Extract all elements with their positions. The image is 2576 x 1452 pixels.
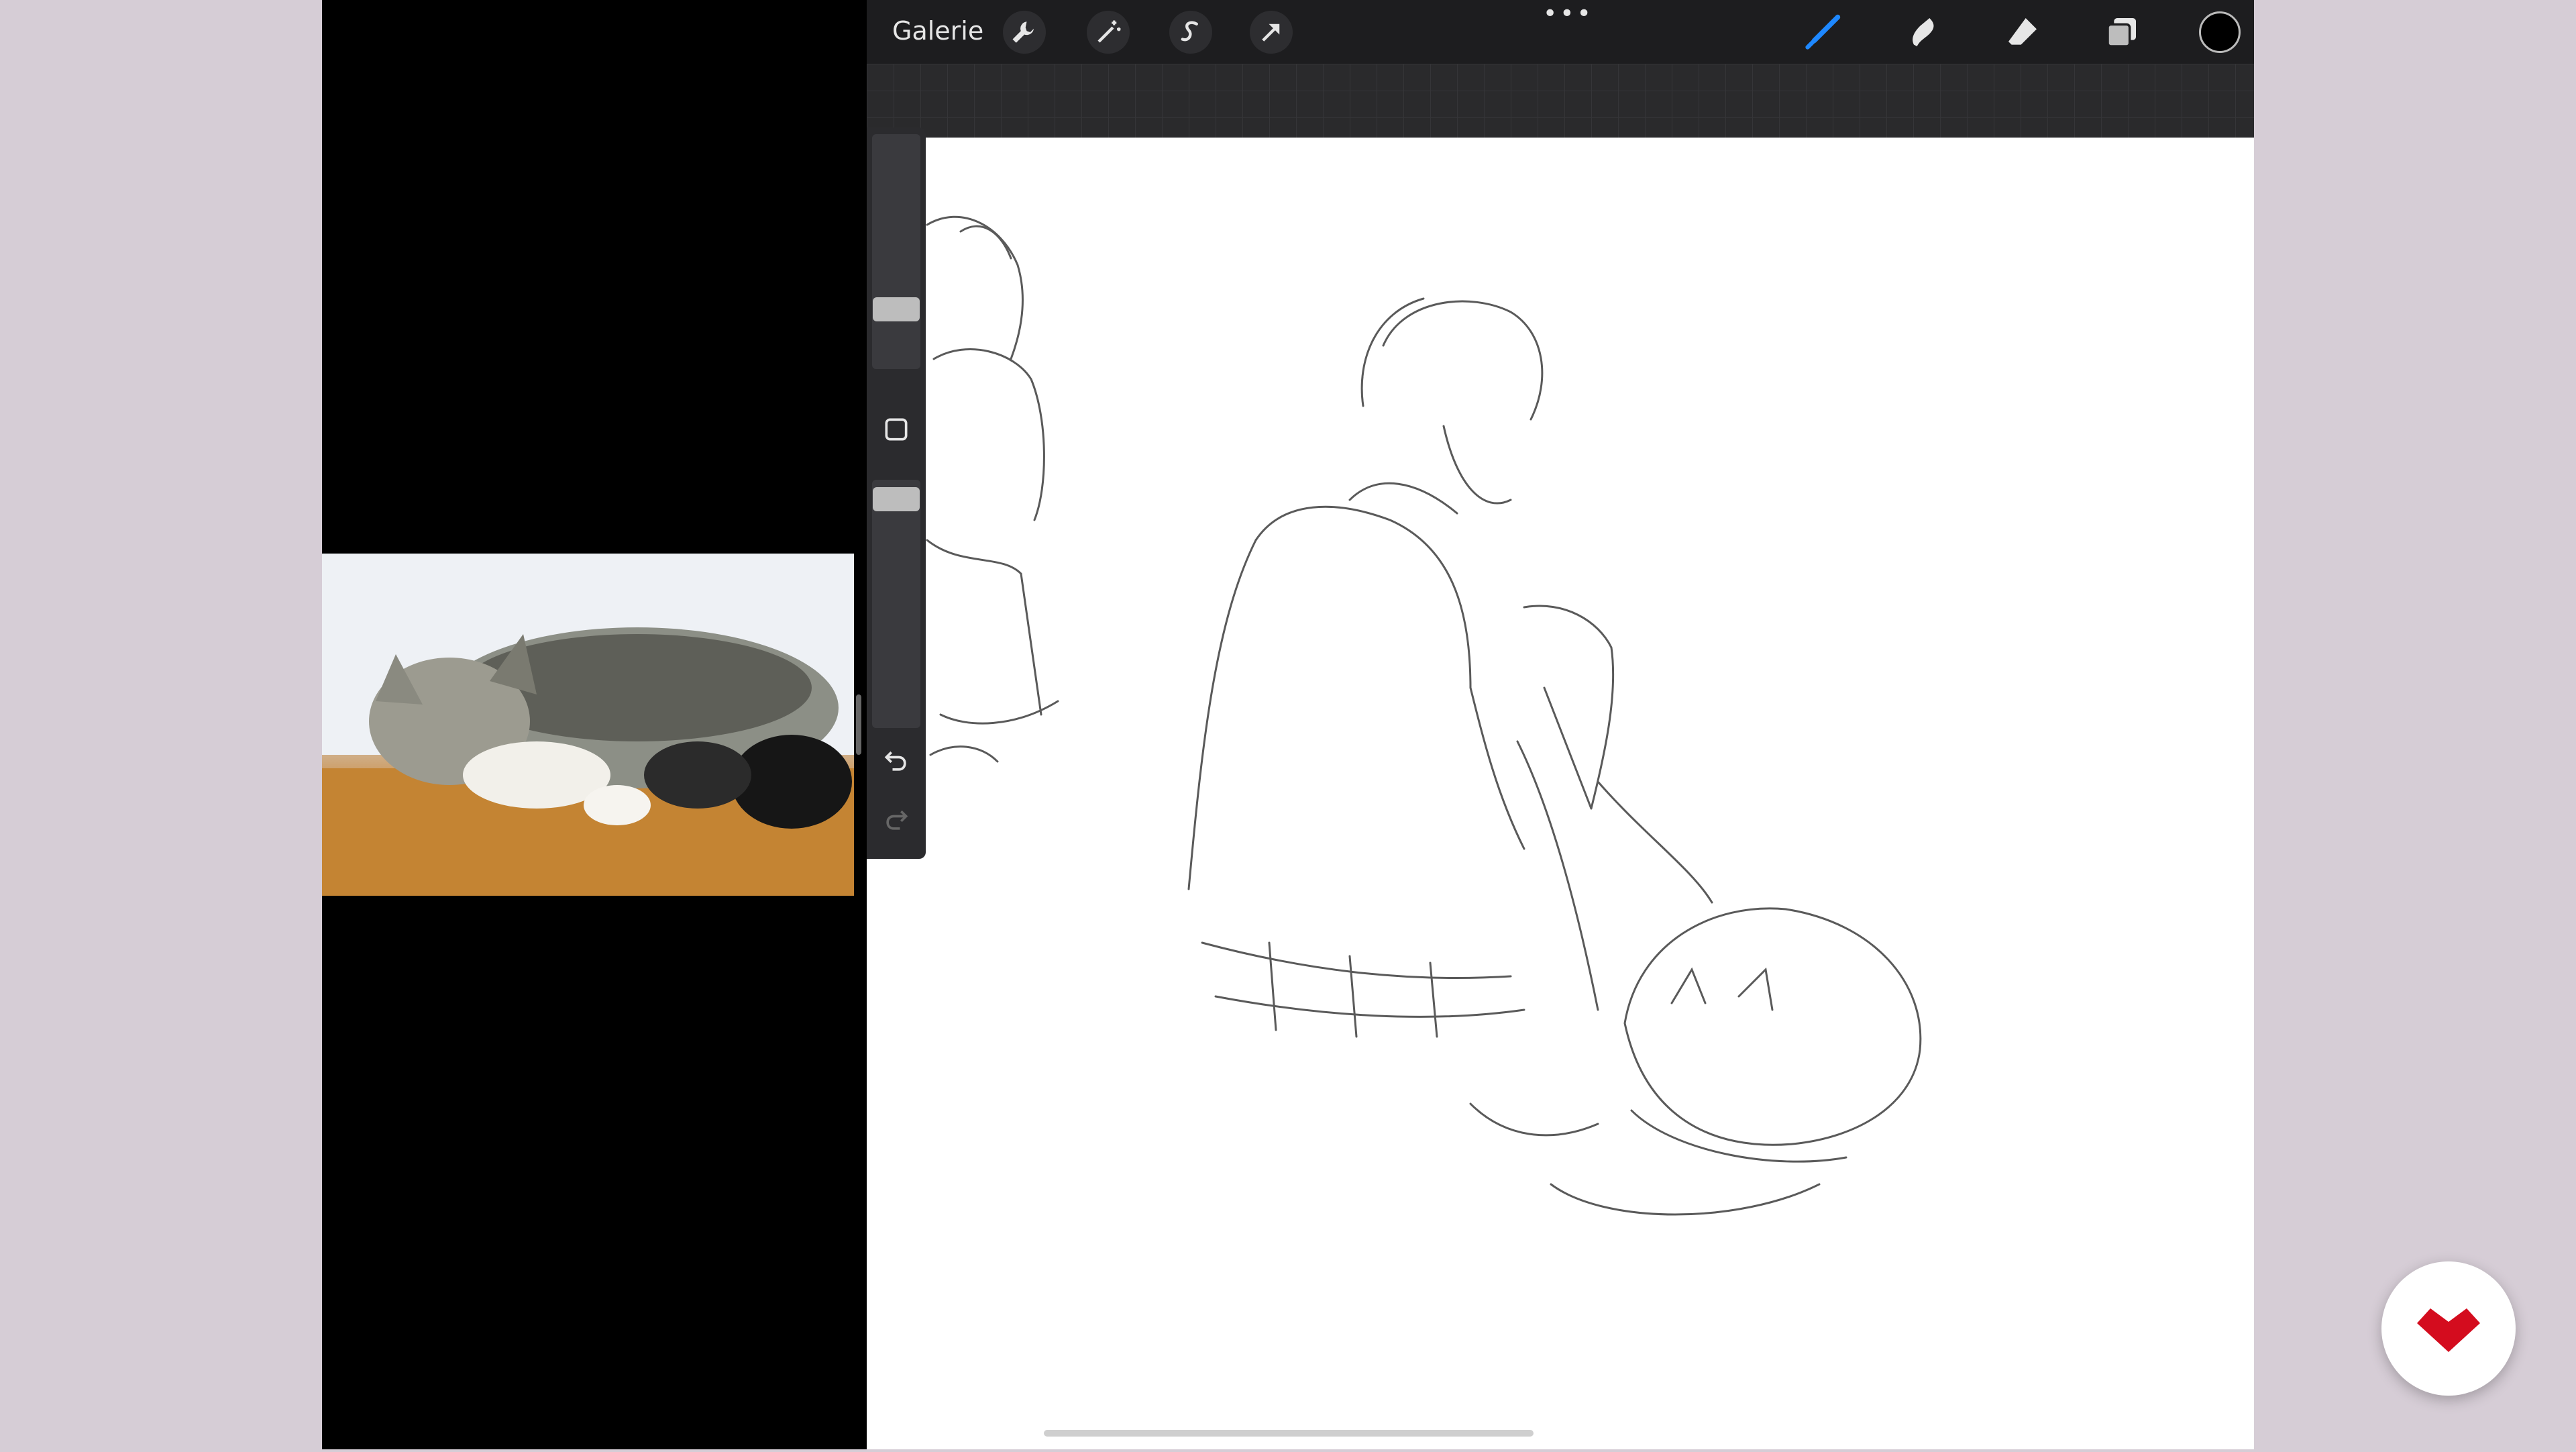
layers-button[interactable] (2100, 11, 2143, 54)
pencil-sketch (926, 215, 1922, 1216)
smudge-icon (1913, 18, 1934, 46)
undo-icon (884, 751, 906, 771)
transform-arrow-icon (1262, 23, 1280, 42)
eraser-icon (2008, 18, 2037, 45)
brush-size-thumb[interactable] (873, 297, 920, 321)
cat-photo-illustration (322, 554, 854, 896)
wrench-icon (1012, 21, 1034, 43)
square-modify-icon (885, 418, 908, 441)
eraser-tool-button[interactable] (2001, 11, 2044, 54)
canvas-margin-grid (867, 64, 2254, 138)
undo-button[interactable] (881, 746, 911, 776)
selection-button[interactable] (1169, 11, 1212, 54)
redo-icon (886, 810, 908, 830)
reference-photo-sleeping-cat[interactable] (322, 554, 854, 896)
more-menu-dots[interactable]: ••• (1543, 0, 1594, 28)
redo-button[interactable] (881, 805, 911, 835)
channel-logo (2381, 1261, 2516, 1396)
magic-wand-icon (1097, 20, 1121, 43)
brush-size-slider[interactable] (872, 134, 920, 369)
modify-square-button[interactable] (881, 415, 911, 444)
opacity-slider[interactable] (872, 480, 920, 728)
actions-wrench-button[interactable] (1003, 11, 1046, 54)
logo-heart-icon (2417, 1308, 2480, 1352)
home-indicator-bar (1044, 1430, 1534, 1437)
adjustments-wand-button[interactable] (1087, 11, 1130, 54)
brush-tool-button[interactable] (1801, 11, 1844, 54)
smudge-tool-button[interactable] (1902, 11, 1945, 54)
drawing-canvas[interactable] (867, 138, 2254, 1449)
opacity-thumb[interactable] (873, 487, 920, 511)
selection-s-icon (1181, 21, 1198, 42)
brush-icon (1805, 14, 1841, 50)
color-swatch-icon[interactable] (2199, 11, 2241, 53)
split-view-divider-handle[interactable] (856, 694, 861, 755)
layers-icon (2106, 18, 2136, 48)
gallery-button[interactable]: Galerie (892, 16, 983, 46)
transform-button[interactable] (1250, 11, 1293, 54)
